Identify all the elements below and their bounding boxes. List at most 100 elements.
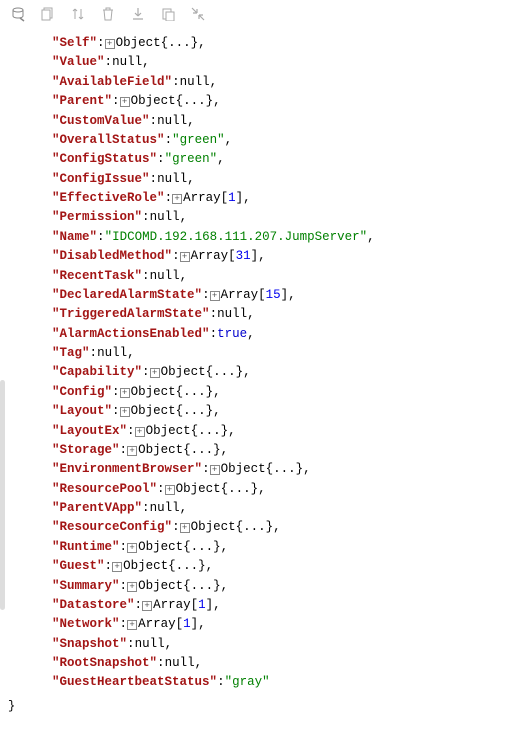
comma: , [228, 424, 236, 438]
expand-icon[interactable]: + [135, 427, 145, 437]
comma: , [198, 36, 206, 50]
comma: , [198, 617, 206, 631]
object-label[interactable]: Object{...} [116, 36, 199, 50]
expand-icon[interactable]: + [210, 465, 220, 475]
array-label[interactable]: Array [138, 617, 176, 631]
comma: , [127, 346, 135, 360]
property-row: DisabledMethod:+Array[31], [30, 247, 514, 266]
object-label[interactable]: Object{...} [138, 540, 221, 554]
array-label[interactable]: Array [183, 191, 221, 205]
colon: : [157, 656, 165, 670]
null-value: null [150, 210, 180, 224]
comma: , [221, 579, 229, 593]
expand-icon[interactable]: + [127, 446, 137, 456]
expand-icon[interactable]: + [112, 562, 122, 572]
colon: : [202, 462, 210, 476]
array-label[interactable]: Array [153, 598, 191, 612]
property-key: Parent [52, 94, 112, 108]
property-key: DeclaredAlarmState [52, 288, 202, 302]
property-row: DeclaredAlarmState:+Array[15], [30, 286, 514, 305]
property-key: Snapshot [52, 637, 127, 651]
object-label[interactable]: Object{...} [123, 559, 206, 573]
expand-icon[interactable]: + [120, 388, 130, 398]
property-key: Name [52, 230, 97, 244]
expand-icon[interactable]: + [127, 620, 137, 630]
object-label[interactable]: Object{...} [131, 94, 214, 108]
property-key: CustomValue [52, 114, 150, 128]
comma: , [258, 249, 266, 263]
colon: : [120, 617, 128, 631]
property-key: AvailableField [52, 75, 172, 89]
object-label[interactable]: Object{...} [176, 482, 259, 496]
trash-icon[interactable] [100, 6, 116, 22]
comma: , [221, 443, 229, 457]
expand-icon[interactable]: + [150, 368, 160, 378]
clipboard-icon[interactable] [160, 6, 176, 22]
collapse-icon[interactable] [190, 6, 206, 22]
property-row: OverallStatus:green, [30, 131, 514, 150]
property-key: LayoutEx [52, 424, 127, 438]
expand-icon[interactable]: + [210, 291, 220, 301]
object-label[interactable]: Object{...} [161, 365, 244, 379]
comma: , [247, 307, 255, 321]
colon: : [165, 133, 173, 147]
comma: , [187, 114, 195, 128]
object-label[interactable]: Object{...} [131, 404, 214, 418]
property-row: Capability:+Object{...}, [30, 363, 514, 382]
bracket-open: [ [221, 191, 229, 205]
property-row: ConfigStatus:green, [30, 150, 514, 169]
property-row: CustomValue:null, [30, 112, 514, 131]
bracket-open: [ [258, 288, 266, 302]
property-key: Config [52, 385, 112, 399]
expand-icon[interactable]: + [127, 543, 137, 553]
object-label[interactable]: Object{...} [138, 443, 221, 457]
object-label[interactable]: Object{...} [138, 579, 221, 593]
object-label[interactable]: Object{...} [191, 520, 274, 534]
expand-icon[interactable]: + [165, 485, 175, 495]
database-icon[interactable] [10, 6, 26, 22]
property-row: ParentVApp:null, [30, 499, 514, 518]
copy-icon[interactable] [40, 6, 56, 22]
string-value: green [172, 133, 225, 147]
array-label[interactable]: Array [221, 288, 259, 302]
colon: : [210, 307, 218, 321]
comma: , [243, 191, 251, 205]
object-label[interactable]: Object{...} [131, 385, 214, 399]
expand-icon[interactable]: + [180, 252, 190, 262]
null-value: null [165, 656, 195, 670]
property-row: Network:+Array[1], [30, 615, 514, 634]
colon: : [127, 424, 135, 438]
object-label[interactable]: Object{...} [146, 424, 229, 438]
expand-icon[interactable]: + [120, 407, 130, 417]
expand-icon[interactable]: + [172, 194, 182, 204]
comma: , [288, 288, 296, 302]
comma: , [213, 385, 221, 399]
scrollbar[interactable] [0, 380, 5, 610]
object-label[interactable]: Object{...} [221, 462, 304, 476]
colon: : [112, 385, 120, 399]
bracket-close: ] [236, 191, 244, 205]
bracket-close: ] [206, 598, 214, 612]
expand-icon[interactable]: + [180, 523, 190, 533]
array-label[interactable]: Array [191, 249, 229, 263]
property-key: ConfigStatus [52, 152, 157, 166]
expand-icon[interactable]: + [127, 582, 137, 592]
expand-icon[interactable]: + [105, 39, 115, 49]
download-icon[interactable] [130, 6, 146, 22]
expand-icon[interactable]: + [142, 601, 152, 611]
property-key: Permission [52, 210, 142, 224]
property-row: GuestHeartbeatStatus:gray [30, 673, 514, 692]
sort-icon[interactable] [70, 6, 86, 22]
property-row: AvailableField:null, [30, 73, 514, 92]
toolbar [0, 0, 514, 28]
bracket-close: ] [191, 617, 199, 631]
comma: , [247, 327, 255, 341]
property-key: TriggeredAlarmState [52, 307, 210, 321]
expand-icon[interactable]: + [120, 97, 130, 107]
comma: , [258, 482, 266, 496]
property-row: LayoutEx:+Object{...}, [30, 422, 514, 441]
comma: , [225, 133, 233, 147]
property-key: OverallStatus [52, 133, 165, 147]
bracket-close: ] [251, 249, 259, 263]
comma: , [213, 598, 221, 612]
